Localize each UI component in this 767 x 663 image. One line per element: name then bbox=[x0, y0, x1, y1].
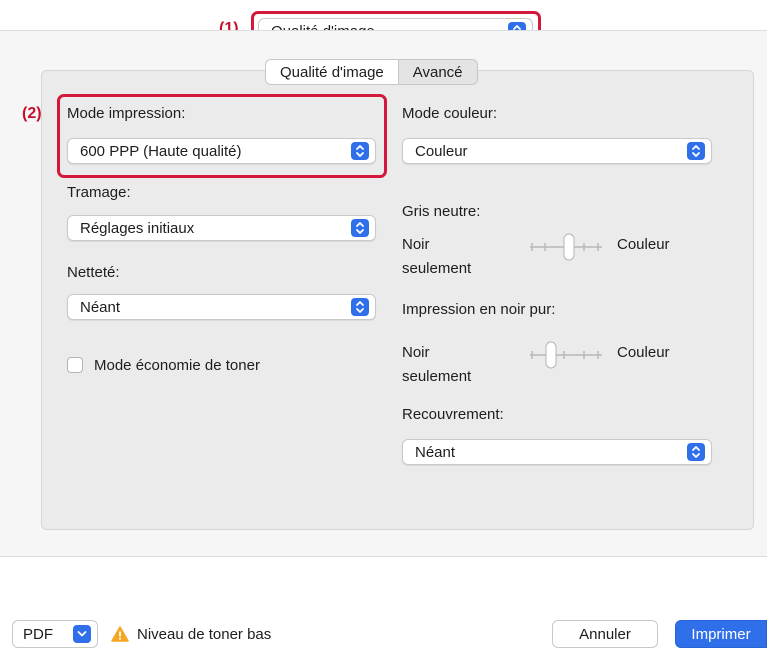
pdf-menu-button[interactable]: PDF bbox=[12, 620, 98, 648]
chevron-down-icon bbox=[73, 625, 91, 643]
screening-value: Réglages initiaux bbox=[80, 219, 195, 237]
chevron-updown-icon bbox=[687, 443, 705, 461]
highlight-box-2 bbox=[57, 94, 387, 178]
neutral-gray-slider[interactable] bbox=[528, 232, 604, 262]
tab-bar: Qualité d'image Avancé bbox=[265, 59, 478, 85]
warning-text: Niveau de toner bas bbox=[137, 626, 272, 643]
screening-popup[interactable]: Réglages initiaux bbox=[67, 215, 376, 241]
cancel-button[interactable]: Annuler bbox=[552, 620, 658, 648]
toner-save-checkbox[interactable] bbox=[67, 357, 83, 373]
tab-advanced[interactable]: Avancé bbox=[399, 60, 477, 84]
pure-black-right-label: Couleur bbox=[617, 344, 670, 361]
overprint-value: Néant bbox=[415, 443, 456, 461]
neutral-gray-right-label: Couleur bbox=[617, 236, 670, 253]
overprint-label: Recouvrement: bbox=[402, 406, 504, 423]
chevron-updown-icon bbox=[351, 219, 369, 237]
chevron-updown-icon bbox=[351, 298, 369, 316]
callout-2: (2) bbox=[22, 105, 42, 122]
screening-label: Tramage: bbox=[67, 184, 131, 201]
sharpness-popup[interactable]: Néant bbox=[67, 294, 376, 320]
color-mode-popup[interactable]: Couleur bbox=[402, 138, 712, 164]
color-mode-label: Mode couleur: bbox=[402, 105, 498, 122]
toner-save-label: Mode économie de toner bbox=[94, 357, 260, 374]
neutral-gray-left-label-1: Noir bbox=[402, 236, 430, 253]
warning-icon bbox=[111, 626, 129, 642]
tab-image-quality[interactable]: Qualité d'image bbox=[266, 60, 399, 84]
pdf-label: PDF bbox=[23, 625, 53, 643]
neutral-gray-left-label-2: seulement bbox=[402, 260, 472, 277]
color-mode-value: Couleur bbox=[415, 142, 468, 160]
pure-black-label: Impression en noir pur: bbox=[402, 301, 556, 318]
sharpness-label: Netteté: bbox=[67, 264, 120, 281]
sharpness-value: Néant bbox=[80, 298, 121, 316]
pure-black-left-label-1: Noir bbox=[402, 344, 430, 361]
chevron-updown-icon bbox=[687, 142, 705, 160]
print-button[interactable]: Imprimer bbox=[675, 620, 767, 648]
overprint-popup[interactable]: Néant bbox=[402, 439, 712, 465]
pure-black-slider[interactable] bbox=[528, 340, 604, 370]
pure-black-left-label-2: seulement bbox=[402, 368, 472, 385]
neutral-gray-label: Gris neutre: bbox=[402, 203, 481, 220]
